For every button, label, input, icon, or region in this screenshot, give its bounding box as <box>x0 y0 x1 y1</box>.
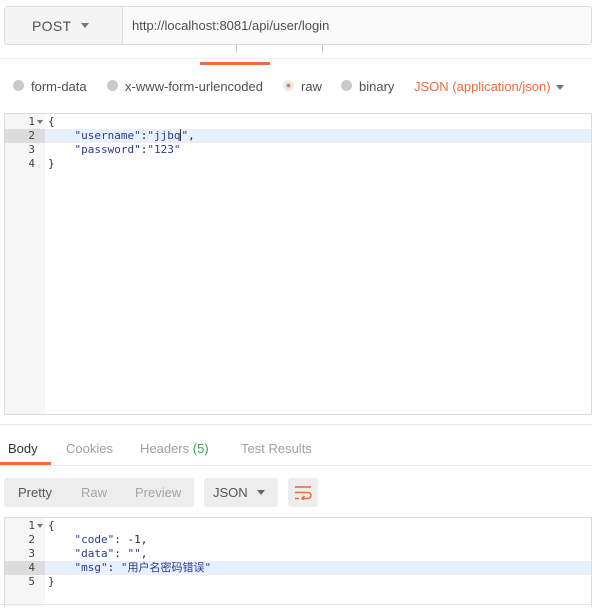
json-key: "username" <box>74 129 141 142</box>
json-comma: , <box>140 533 148 546</box>
json-key: "data" <box>74 547 115 560</box>
json-separator: : <box>107 561 121 574</box>
code-text: } <box>48 575 55 588</box>
tab-headers[interactable]: Headers (5) <box>140 441 209 456</box>
code-line: 3 "data": "", <box>5 547 591 561</box>
fold-icon[interactable] <box>37 524 43 528</box>
headers-count-badge: (5) <box>192 441 209 456</box>
raw-button[interactable]: Raw <box>81 485 107 500</box>
json-key: "msg" <box>74 561 108 574</box>
radio-binary[interactable] <box>341 80 352 91</box>
preview-button[interactable]: Preview <box>135 485 181 500</box>
code-text: { <box>48 115 55 128</box>
tab-headers-label: Headers <box>140 441 190 456</box>
code-line: 4 } <box>5 157 591 171</box>
radio-label-urlencoded[interactable]: x-www-form-urlencoded <box>125 79 263 94</box>
json-key: "password" <box>74 143 141 156</box>
request-body-editor[interactable]: 1 { 2 "username":"jjbq", 3 "password":"1… <box>4 113 592 415</box>
chevron-down-icon[interactable] <box>556 85 564 90</box>
line-number: 2 <box>28 533 35 546</box>
radio-label-raw[interactable]: raw <box>301 79 322 94</box>
code-text: "username":"jjbq", <box>48 129 195 143</box>
line-number: 2 <box>28 129 35 142</box>
url-input[interactable] <box>132 18 572 33</box>
wrap-text-icon <box>295 486 312 500</box>
radio-label-binary[interactable]: binary <box>359 79 394 94</box>
code-line: 1 { <box>5 115 591 129</box>
json-separator: : <box>114 533 128 546</box>
tabs-divider <box>0 465 592 466</box>
code-line-active: 2 "username":"jjbq", <box>5 129 591 143</box>
line-number: 4 <box>28 157 35 170</box>
language-label: JSON <box>213 485 248 500</box>
format-button-group: Pretty Raw Preview <box>4 478 194 507</box>
content-type-select[interactable]: JSON (application/json) <box>414 79 551 94</box>
bottom-divider <box>0 604 592 605</box>
json-separator: : <box>114 547 128 560</box>
tabs-divider <box>0 58 592 59</box>
code-text: "data": "", <box>48 547 148 561</box>
json-value: "" <box>127 547 141 560</box>
line-number: 1 <box>28 519 35 532</box>
body-type-selector: form-data x-www-form-urlencoded raw bina… <box>0 78 592 98</box>
line-number: 3 <box>28 547 35 560</box>
json-comma: , <box>188 129 195 142</box>
chevron-down-icon <box>81 23 89 28</box>
code-text: } <box>48 157 55 170</box>
tab-divider <box>322 45 323 53</box>
json-key: "code" <box>74 533 115 546</box>
radio-raw[interactable] <box>283 80 294 91</box>
code-line: 2 "code": -1, <box>5 533 591 547</box>
response-language-select[interactable]: JSON <box>204 478 278 507</box>
radio-form-data[interactable] <box>13 80 24 91</box>
tab-body-active-indicator <box>200 62 270 65</box>
code-line: 5 } <box>5 575 591 589</box>
request-url-bar: POST <box>4 6 592 45</box>
radio-urlencoded[interactable] <box>107 80 118 91</box>
method-label: POST <box>32 18 72 34</box>
response-body-viewer[interactable]: 1 { 2 "code": -1, 3 "data": "", 4 "msg":… <box>4 517 592 607</box>
code-line-active: 4 "msg": "用户名密码错误" <box>5 561 591 575</box>
text-cursor <box>180 129 182 141</box>
section-divider <box>0 424 592 425</box>
tab-divider <box>236 45 237 53</box>
code-line: 1 { <box>5 519 591 533</box>
fold-icon[interactable] <box>37 120 43 124</box>
code-text: "msg": "用户名密码错误" <box>48 561 212 575</box>
json-value: "123" <box>147 143 181 156</box>
code-text: "password":"123" <box>48 143 181 157</box>
tab-test-results[interactable]: Test Results <box>241 441 312 456</box>
json-comma: , <box>140 547 148 560</box>
json-value: "jjbq" <box>147 129 189 142</box>
code-line: 3 "password":"123" <box>5 143 591 157</box>
json-value: -1 <box>127 533 141 546</box>
pretty-button[interactable]: Pretty <box>18 485 52 500</box>
tab-cookies[interactable]: Cookies <box>66 441 113 456</box>
line-number: 3 <box>28 143 35 156</box>
tab-body[interactable]: Body <box>8 441 38 456</box>
code-text: "code": -1, <box>48 533 148 547</box>
wrap-lines-button[interactable] <box>288 478 318 507</box>
chevron-down-icon <box>257 490 265 495</box>
line-number: 1 <box>28 115 35 128</box>
line-number: 5 <box>28 575 35 588</box>
line-number: 4 <box>28 561 35 574</box>
method-select[interactable]: POST <box>5 7 123 44</box>
radio-label-form-data[interactable]: form-data <box>31 79 87 94</box>
json-value: "用户名密码错误" <box>120 561 212 574</box>
code-text: { <box>48 519 55 532</box>
